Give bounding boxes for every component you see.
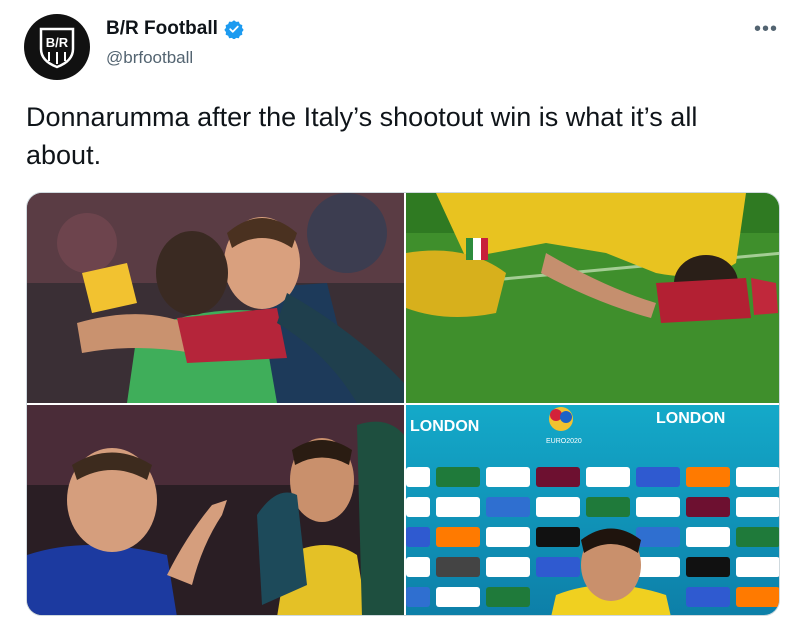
verified-badge-icon	[224, 20, 244, 39]
photo-press-board[interactable]: LONDON LONDON EURO2020	[406, 405, 779, 615]
svg-text:B/R: B/R	[46, 35, 69, 50]
photo-hug-icon	[27, 193, 404, 403]
author-row: B/R Football	[106, 18, 244, 40]
svg-text:EURO2020: EURO2020	[546, 438, 582, 445]
photo-pointing-icon	[27, 405, 404, 615]
br-logo-icon: B/R	[39, 27, 75, 69]
handle[interactable]: @brfootball	[106, 48, 193, 68]
media-grid: LONDON LONDON EURO2020	[26, 192, 780, 616]
avatar[interactable]: B/R	[24, 14, 90, 80]
more-options-icon[interactable]: •••	[754, 18, 778, 41]
photo-pointing[interactable]	[27, 405, 404, 615]
photo-press-board-icon: LONDON LONDON EURO2020	[406, 405, 779, 615]
tweet-text: Donnarumma after the Italy’s shootout wi…	[26, 102, 698, 170]
svg-text:LONDON: LONDON	[656, 410, 725, 427]
svg-text:LONDON: LONDON	[410, 418, 479, 435]
photo-hug[interactable]	[27, 193, 404, 403]
photo-kneeling[interactable]	[406, 193, 779, 403]
display-name[interactable]: B/R Football	[106, 18, 218, 40]
photo-kneeling-icon	[406, 193, 779, 403]
